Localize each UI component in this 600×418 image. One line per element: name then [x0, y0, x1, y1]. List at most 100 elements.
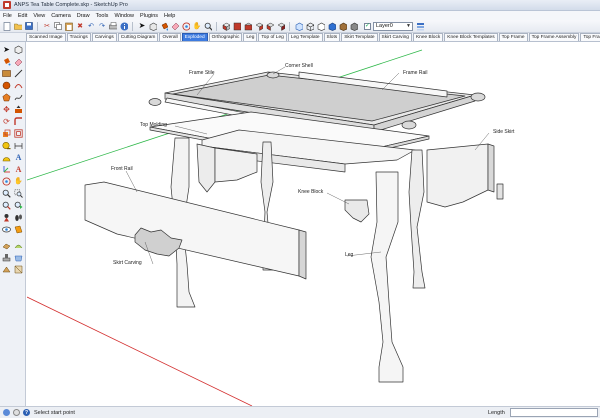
wireframe-style-icon[interactable]	[305, 21, 315, 31]
scene-tab-cutting-diagram[interactable]: Cutting Diagram	[117, 33, 159, 41]
previous-view-tool-icon[interactable]	[13, 200, 24, 211]
scene-tab-skirt-carving[interactable]: Skirt Carving	[378, 33, 412, 41]
orbit-tool-icon[interactable]	[1, 176, 12, 187]
shaded-style-icon[interactable]	[327, 21, 337, 31]
arc-tool-icon[interactable]	[13, 80, 24, 91]
left-view-icon[interactable]	[276, 21, 286, 31]
geo-location-icon[interactable]	[3, 409, 10, 416]
model-viewport[interactable]: Frame Stile Corner Shell Frame Rail Top …	[27, 42, 600, 406]
erase-icon[interactable]: ✖	[75, 21, 85, 31]
look-around-tool-icon[interactable]	[1, 224, 12, 235]
section-plane-tool-icon[interactable]	[13, 224, 24, 235]
undo-icon[interactable]: ↶	[86, 21, 96, 31]
scene-tab-knee-block-templates[interactable]: Knee Block Templates	[444, 33, 498, 41]
length-input[interactable]	[510, 408, 598, 417]
top-view-icon[interactable]	[232, 21, 242, 31]
position-camera-tool-icon[interactable]	[1, 212, 12, 223]
scene-tab-carvings[interactable]: Carvings	[91, 33, 117, 41]
menu-file[interactable]: File	[3, 13, 12, 19]
scene-tab-leg-template[interactable]: Leg Template	[287, 33, 323, 41]
credits-icon[interactable]	[13, 409, 20, 416]
scene-tab-tracings[interactable]: Tracings	[66, 33, 91, 41]
monochrome-style-icon[interactable]	[349, 21, 359, 31]
paint-tool-icon[interactable]	[1, 56, 12, 67]
paint-bucket-icon[interactable]	[159, 21, 169, 31]
sandbox-tool-icon[interactable]	[1, 240, 12, 251]
scene-tab-top-of-leg[interactable]: Top of Leg	[258, 33, 287, 41]
stamp-tool-icon[interactable]	[1, 252, 12, 263]
save-icon[interactable]	[24, 21, 34, 31]
model-info-icon[interactable]	[119, 21, 129, 31]
smoove-tool-icon[interactable]	[13, 240, 24, 251]
scene-tab-leg[interactable]: Leg	[243, 33, 258, 41]
copy-icon[interactable]	[53, 21, 63, 31]
zoom-window-tool-icon[interactable]	[13, 188, 24, 199]
zoom-extents-tool-icon[interactable]	[1, 200, 12, 211]
push-pull-tool-icon[interactable]	[13, 104, 24, 115]
help-icon[interactable]: ?	[23, 409, 30, 416]
circle-tool-icon[interactable]	[1, 80, 12, 91]
scene-tab-slots[interactable]: Slots	[323, 33, 341, 41]
select-arrow-icon[interactable]: ➤	[137, 21, 147, 31]
offset-tool-icon[interactable]	[13, 128, 24, 139]
zoom-icon[interactable]	[203, 21, 213, 31]
scene-tab-skirt-template[interactable]: Skirt Template	[341, 33, 378, 41]
drape-tool-icon[interactable]	[13, 252, 24, 263]
protractor-tool-icon[interactable]	[1, 152, 12, 163]
tape-measure-tool-icon[interactable]	[1, 140, 12, 151]
pan-tool-icon[interactable]: ✋	[13, 176, 24, 187]
new-file-icon[interactable]	[2, 21, 12, 31]
scene-tab-overall[interactable]: Overall	[159, 33, 181, 41]
paste-icon[interactable]	[64, 21, 74, 31]
scene-tab-top-frame[interactable]: Top Frame	[498, 33, 528, 41]
layer-current-check[interactable]: ✓	[364, 22, 371, 30]
flip-edge-tool-icon[interactable]	[13, 264, 24, 275]
scene-tab-exploded[interactable]: Exploded	[181, 33, 208, 41]
menu-edit[interactable]: Edit	[18, 13, 27, 19]
rectangle-tool-icon[interactable]	[1, 68, 12, 79]
back-view-icon[interactable]	[265, 21, 275, 31]
scene-tab-top-frame-assembly[interactable]: Top Frame Assembly	[528, 33, 580, 41]
follow-me-tool-icon[interactable]	[13, 116, 24, 127]
open-folder-icon[interactable]	[13, 21, 23, 31]
scene-tab-knee-block[interactable]: Knee Block	[412, 33, 444, 41]
eraser-icon[interactable]	[170, 21, 180, 31]
dimension-tool-icon[interactable]	[13, 140, 24, 151]
zoom-tool-icon[interactable]	[1, 188, 12, 199]
cut-icon[interactable]: ✂	[42, 21, 52, 31]
pan-hand-icon[interactable]: ✋	[192, 21, 202, 31]
redo-icon[interactable]: ↷	[97, 21, 107, 31]
select-tool-icon[interactable]: ➤	[1, 44, 12, 55]
polygon-tool-icon[interactable]	[1, 92, 12, 103]
print-icon[interactable]	[108, 21, 118, 31]
eraser-tool-icon[interactable]	[13, 56, 24, 67]
axes-tool-icon[interactable]	[1, 164, 12, 175]
walk-tool-icon[interactable]	[13, 212, 24, 223]
front-view-icon[interactable]	[243, 21, 253, 31]
scene-tab-scanned-image[interactable]: Scanned Image	[26, 33, 66, 41]
hidden-line-style-icon[interactable]	[316, 21, 326, 31]
component-tool-icon[interactable]	[13, 44, 24, 55]
menu-tools[interactable]: Tools	[96, 13, 109, 19]
layer-manager-icon[interactable]	[415, 21, 425, 31]
menu-window[interactable]: Window	[114, 13, 134, 19]
menu-view[interactable]: View	[33, 13, 45, 19]
menu-camera[interactable]: Camera	[51, 13, 71, 19]
text-tool-icon[interactable]: A	[13, 152, 24, 163]
add-detail-tool-icon[interactable]	[1, 264, 12, 275]
menu-plugins[interactable]: Plugins	[140, 13, 158, 19]
make-component-icon[interactable]	[148, 21, 158, 31]
move-tool-icon[interactable]: ✥	[1, 104, 12, 115]
iso-view-icon[interactable]	[221, 21, 231, 31]
right-view-icon[interactable]	[254, 21, 264, 31]
layer-dropdown[interactable]: Layer0 ▼	[373, 21, 413, 31]
3d-text-tool-icon[interactable]: A	[13, 164, 24, 175]
menu-help[interactable]: Help	[164, 13, 175, 19]
orbit-icon[interactable]	[181, 21, 191, 31]
line-tool-icon[interactable]	[13, 68, 24, 79]
scale-tool-icon[interactable]	[1, 128, 12, 139]
scene-tab-top-frame-shape[interactable]: Top Frame Shape	[580, 33, 600, 41]
rotate-tool-icon[interactable]: ⟳	[1, 116, 12, 127]
scene-tab-orthographic[interactable]: Orthographic	[208, 33, 243, 41]
xray-style-icon[interactable]	[294, 21, 304, 31]
